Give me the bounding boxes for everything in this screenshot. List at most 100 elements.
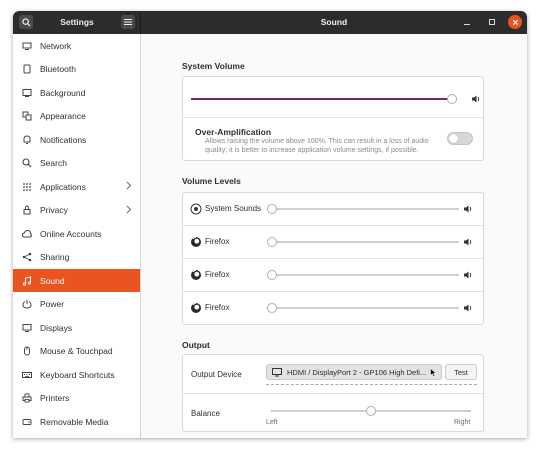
sidebar-item-label: Notifications <box>40 134 87 145</box>
stream-slider[interactable] <box>267 307 459 309</box>
speaker-icon <box>472 95 480 103</box>
applications-icon <box>22 182 32 192</box>
minimize-icon <box>464 24 470 25</box>
balance-left-label: Left <box>266 419 278 426</box>
sidebar-item-online-accounts[interactable]: Online Accounts <box>13 222 140 245</box>
minimize-button[interactable] <box>460 15 474 29</box>
search-icon <box>22 158 32 168</box>
output-card: Output Device HDMI / DisplayPort 2 - GP1… <box>182 354 484 432</box>
sidebar-item-power[interactable]: Power <box>13 293 140 316</box>
sidebar-item-label: Mouse & Touchpad <box>40 346 113 356</box>
firefox-icon <box>191 270 201 280</box>
sidebar-item-sharing[interactable]: Sharing <box>13 246 140 269</box>
output-device-label: Output Device <box>191 370 242 379</box>
maximize-icon <box>489 19 495 25</box>
output-title: Output <box>182 340 210 350</box>
sidebar-item-notifications[interactable]: Notifications <box>13 128 140 151</box>
system-sounds-icon <box>190 203 202 215</box>
sidebar-item-label: Privacy <box>40 205 68 215</box>
removable-media-icon <box>22 417 32 427</box>
power-icon <box>22 299 32 309</box>
sidebar-item-label: Background <box>40 87 86 98</box>
sidebar-item-privacy[interactable]: Privacy <box>13 199 140 222</box>
over-amplification-description: Allows raising the volume above 100%. Th… <box>205 138 445 155</box>
hamburger-icon <box>124 19 132 25</box>
appearance-icon <box>22 111 32 121</box>
maximize-button[interactable] <box>485 15 499 29</box>
menu-button[interactable] <box>121 15 135 29</box>
sidebar-item-search[interactable]: Search <box>13 152 140 175</box>
over-amplification-toggle[interactable] <box>447 132 473 145</box>
over-amplification-description-line: quality; it is better to increase applic… <box>205 146 419 154</box>
stream-slider-handle[interactable] <box>267 270 277 280</box>
stream-slider[interactable] <box>267 241 459 243</box>
sidebar-item-label: Removable Media <box>40 416 109 427</box>
sidebar-item-appearance[interactable]: Appearance <box>13 105 140 128</box>
speaker-icon <box>464 271 472 279</box>
privacy-icon <box>22 205 32 215</box>
toggle-knob <box>449 134 458 143</box>
system-volume-card: Over-Amplification Allows raising the vo… <box>182 76 484 161</box>
balance-slider-handle[interactable] <box>366 406 376 416</box>
sidebar-item-applications[interactable]: Applications <box>13 175 140 198</box>
output-device-dropdown[interactable]: HDMI / DisplayPort 2 - GP106 High Defi..… <box>266 364 442 380</box>
sidebar: Network Bluetooth Background Appearance … <box>13 34 141 438</box>
sidebar-item-displays[interactable]: Displays <box>13 316 140 339</box>
system-volume-slider-fill <box>191 98 452 100</box>
test-button[interactable]: Test <box>445 364 477 380</box>
displays-icon <box>22 323 32 333</box>
mouse-icon <box>22 346 32 356</box>
row-separator <box>183 393 483 394</box>
network-icon <box>22 41 32 51</box>
sidebar-item-sound[interactable]: Sound <box>13 269 140 292</box>
stream-slider-handle[interactable] <box>267 303 277 313</box>
row-separator <box>183 117 483 118</box>
over-amplification-description-line: Allows raising the volume above 100%. Th… <box>205 138 429 145</box>
stream-slider-handle[interactable] <box>267 237 277 247</box>
close-button[interactable] <box>508 15 522 29</box>
bluetooth-icon <box>22 64 32 74</box>
music-note-icon <box>22 275 32 286</box>
speaker-icon <box>464 205 472 213</box>
cursor-icon <box>430 368 437 377</box>
chevron-right-icon <box>126 181 132 192</box>
sidebar-item-removable-media[interactable]: Removable Media <box>13 410 140 433</box>
settings-window: Settings Sound Network Bluetooth Backgro… <box>13 11 527 438</box>
sidebar-item-bluetooth[interactable]: Bluetooth <box>13 58 140 81</box>
volume-levels-card: System Sounds Firefox Firefox Firefox <box>182 192 484 325</box>
volume-levels-title: Volume Levels <box>182 176 241 186</box>
sidebar-item-label: Printers <box>40 393 70 403</box>
sidebar-item-label: Bluetooth <box>40 64 76 74</box>
stream-label: Firefox <box>205 237 230 246</box>
header-bar: Settings Sound <box>13 11 527 34</box>
firefox-icon <box>191 237 201 247</box>
sidebar-item-label: Network <box>40 40 72 51</box>
chevron-right-icon <box>126 205 132 216</box>
balance-label: Balance <box>191 409 220 418</box>
firefox-icon <box>191 303 201 313</box>
sound-panel: System Volume Over-Amplification Allows … <box>141 34 527 438</box>
sidebar-item-label: Displays <box>40 322 73 333</box>
system-volume-title: System Volume <box>182 61 245 71</box>
row-separator <box>183 291 483 292</box>
sidebar-item-mouse-touchpad[interactable]: Mouse & Touchpad <box>13 340 140 363</box>
row-separator <box>183 258 483 259</box>
stream-slider[interactable] <box>267 274 459 276</box>
system-volume-slider-handle[interactable] <box>446 94 457 104</box>
sidebar-item-printers[interactable]: Printers <box>13 387 140 410</box>
sidebar-item-background[interactable]: Background <box>13 81 140 104</box>
stream-label: Firefox <box>205 303 230 312</box>
keyboard-icon <box>22 370 32 380</box>
sidebar-item-label: Applications <box>40 181 86 192</box>
online-accounts-icon <box>22 229 32 239</box>
output-device-value: HDMI / DisplayPort 2 - GP106 High Defi..… <box>287 367 427 377</box>
printer-icon <box>22 393 32 403</box>
over-amplification-title: Over-Amplification <box>195 127 272 137</box>
background-icon <box>22 88 32 98</box>
speaker-icon <box>464 238 472 246</box>
row-separator <box>183 225 483 226</box>
sidebar-item-keyboard-shortcuts[interactable]: Keyboard Shortcuts <box>13 363 140 386</box>
stream-slider[interactable] <box>267 208 459 210</box>
stream-slider-handle[interactable] <box>267 204 277 214</box>
sidebar-item-network[interactable]: Network <box>13 34 140 57</box>
